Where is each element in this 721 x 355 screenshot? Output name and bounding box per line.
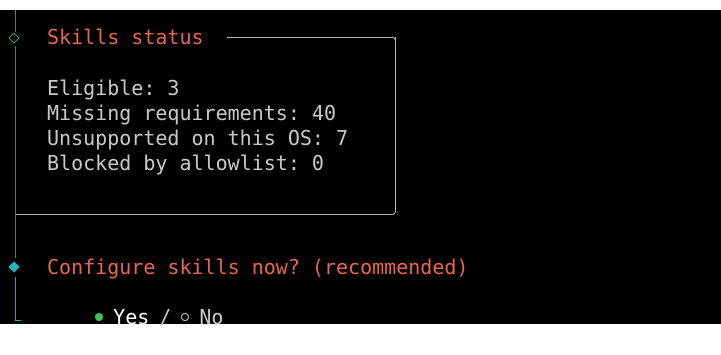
configure-skills-question: Configure skills now? (recommended) xyxy=(47,255,469,279)
skills-status-list: Eligible: 3 Missing requirements: 40 Uns… xyxy=(47,76,348,176)
radio-empty-icon xyxy=(181,312,190,321)
option-no[interactable]: No xyxy=(181,305,223,329)
gutter-line-active xyxy=(15,277,16,321)
skills-status-box-top-border xyxy=(227,37,392,38)
option-yes[interactable]: Yes xyxy=(95,305,149,329)
radio-filled-icon xyxy=(95,312,104,321)
skills-status-title: Skills status xyxy=(47,25,204,49)
gutter-line-top xyxy=(15,10,16,32)
gutter-line-active-foot xyxy=(15,320,21,321)
step-active-diamond-icon xyxy=(8,261,20,273)
terminal-window: Skills status Eligible: 3 Missing requir… xyxy=(0,10,721,329)
option-no-label: No xyxy=(199,305,224,329)
stat-blocked-allowlist: Blocked by allowlist: 0 xyxy=(47,151,324,175)
option-separator: / xyxy=(159,305,172,329)
stat-missing-requirements: Missing requirements: 40 xyxy=(47,101,336,125)
stat-unsupported-os: Unsupported on this OS: 7 xyxy=(47,126,349,150)
stat-eligible: Eligible: 3 xyxy=(47,76,180,100)
yes-no-options: Yes / No xyxy=(47,280,223,355)
skills-status-box-corner xyxy=(388,37,396,45)
option-yes-label: Yes xyxy=(113,305,150,329)
